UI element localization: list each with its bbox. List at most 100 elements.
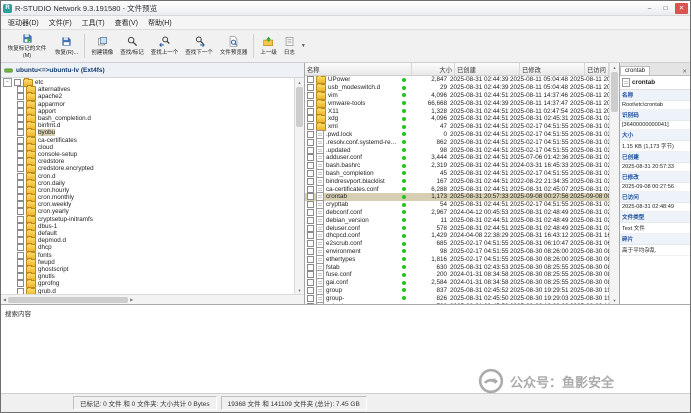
checkbox[interactable] [17, 280, 24, 288]
recover-marked-button[interactable]: 恢复标记的文件(M) [3, 31, 51, 61]
partition-path-bar[interactable]: ubuntu<=>ubuntu-lv (Ext4fs) [1, 63, 304, 78]
checkbox[interactable] [17, 115, 24, 123]
checkbox[interactable] [17, 215, 24, 223]
checkbox[interactable] [17, 150, 24, 158]
checkbox[interactable] [17, 201, 24, 209]
menu-tools[interactable]: 工具(T) [77, 17, 110, 29]
checkbox[interactable] [17, 251, 24, 259]
menu-help[interactable]: 帮助(H) [143, 17, 177, 29]
checkbox[interactable] [17, 143, 24, 151]
tree-item-cron-monthly[interactable]: cron.monthly [3, 193, 294, 203]
recover-button[interactable]: 恢复(R)... [52, 31, 81, 61]
checkbox[interactable] [17, 107, 24, 115]
scrollbar-thumb[interactable] [611, 72, 618, 112]
tree-item-binfmt-d[interactable]: binfmt.d [3, 121, 294, 131]
tree-horizontal-scrollbar[interactable]: ◀ ▶ [1, 294, 304, 304]
checkbox[interactable] [17, 230, 24, 238]
scroll-up-icon[interactable]: ▲ [298, 78, 302, 86]
tree-item-dbus-1[interactable]: dbus-1 [3, 221, 294, 231]
column-header-accessed[interactable]: 已访问 [585, 63, 609, 75]
column-header-created[interactable]: 已创建 [455, 63, 520, 75]
scroll-right-icon[interactable]: ▶ [130, 297, 133, 302]
tree-collapse-icon[interactable]: − [3, 78, 12, 88]
tree-item-cron-daily[interactable]: cron.daily [3, 178, 294, 188]
checkbox[interactable] [17, 194, 24, 202]
tree-item-gprofng[interactable]: gprofng [3, 279, 294, 289]
menu-file[interactable]: 文件(F) [44, 17, 77, 29]
column-header-size[interactable]: 大小 [412, 63, 455, 75]
tree-item-fonts[interactable]: fonts [3, 250, 294, 260]
tree-item-depmod-d[interactable]: depmod.d [3, 236, 294, 246]
menu-drive[interactable]: 驱动器(D) [3, 17, 44, 29]
tree-item-credstore[interactable]: credstore [3, 157, 294, 167]
tree-item-fwupd[interactable]: fwupd [3, 257, 294, 267]
checkbox[interactable] [17, 273, 24, 281]
checkbox[interactable] [17, 222, 24, 230]
tree-vertical-scrollbar[interactable]: ▲ ▼ [294, 78, 304, 294]
scroll-down-icon[interactable]: ▼ [298, 286, 302, 294]
tree-item-console-setup[interactable]: console-setup [3, 149, 294, 159]
maximize-button[interactable]: □ [659, 3, 672, 14]
tree-item-alternatives[interactable]: alternatives [3, 85, 294, 95]
find-next-button[interactable]: 查找下一个 [182, 31, 216, 61]
checkbox[interactable] [17, 265, 24, 273]
tree-item-ghostscript[interactable]: ghostscript [3, 264, 294, 274]
tree-item-apport[interactable]: apport [3, 106, 294, 116]
checkbox[interactable] [17, 129, 24, 137]
column-header-name[interactable]: 名称 [305, 63, 412, 75]
checkbox[interactable] [17, 136, 24, 144]
tree-item-default[interactable]: default [3, 229, 294, 239]
checkbox[interactable] [14, 79, 21, 87]
tree-item-byobu[interactable]: byobu [3, 128, 294, 138]
scroll-down-icon[interactable]: ▼ [613, 296, 617, 304]
checkbox[interactable] [17, 93, 24, 101]
scroll-left-icon[interactable]: ◀ [3, 297, 6, 302]
file-viewer-button[interactable]: 文件预览器 [217, 31, 251, 61]
app-icon: R [3, 3, 12, 13]
tree-item-cron-yearly[interactable]: cron.yearly [3, 207, 294, 217]
create-image-button[interactable]: 创建镜像 [88, 31, 116, 61]
checkbox[interactable] [17, 179, 24, 187]
checkbox[interactable] [17, 244, 24, 252]
scrollbar-thumb[interactable] [296, 87, 303, 127]
tree-item-cryptsetup-initramfs[interactable]: cryptsetup-initramfs [3, 214, 294, 224]
menu-view[interactable]: 查看(V) [110, 17, 143, 29]
tree-item-cron-d[interactable]: cron.d [3, 171, 294, 181]
title-bar[interactable]: R R-STUDIO Network 9.3.191580 - 文件预览 – □… [1, 1, 690, 16]
tree-root-etc[interactable]: − etc [3, 78, 294, 88]
tree-item-apparmor[interactable]: apparmor [3, 99, 294, 109]
tree-item-bash-completion-d[interactable]: bash_completion.d [3, 114, 294, 124]
checkbox[interactable] [17, 258, 24, 266]
find-previous-button[interactable]: 查找上一个 [148, 31, 182, 61]
checkbox[interactable] [17, 165, 24, 173]
file-list-vertical-scrollbar[interactable]: ▲ ▼ [609, 63, 619, 304]
checkbox[interactable] [17, 186, 24, 194]
column-header-modified[interactable]: 已修改 [520, 63, 585, 75]
checkbox[interactable] [17, 208, 24, 216]
scrollbar-thumb[interactable] [8, 296, 129, 303]
checkbox[interactable] [17, 158, 24, 166]
up-level-button[interactable]: 上一级 [257, 31, 280, 61]
tab-crontab[interactable]: crontab [620, 66, 651, 75]
log-content-area[interactable] [1, 321, 690, 393]
minimize-button[interactable]: – [643, 3, 656, 14]
toolbar-overflow-chevron-down-icon[interactable]: ▼ [299, 43, 308, 49]
tree-item-gnutls[interactable]: gnutls [3, 272, 294, 282]
close-button[interactable]: ✕ [675, 2, 688, 14]
tree-item-cron-weekly[interactable]: cron.weekly [3, 200, 294, 210]
checkbox[interactable] [17, 237, 24, 245]
checkbox[interactable] [17, 172, 24, 180]
scroll-up-icon[interactable]: ▲ [613, 63, 617, 71]
checkbox[interactable] [17, 100, 24, 108]
find-mark-button[interactable]: 查找/标记 [117, 31, 147, 61]
tree-item-credstore-encrypted[interactable]: credstore.encrypted [3, 164, 294, 174]
tree-item-cron-hourly[interactable]: cron.hourly [3, 185, 294, 195]
tree-item-dhcp[interactable]: dhcp [3, 243, 294, 253]
checkbox[interactable] [17, 86, 24, 94]
tree-item-apache2[interactable]: apache2 [3, 92, 294, 102]
log-button[interactable]: 日志 [281, 31, 298, 61]
tree-item-cloud[interactable]: cloud [3, 142, 294, 152]
panel-close-icon[interactable]: ✕ [679, 69, 690, 75]
tree-item-ca-certificates[interactable]: ca-certificates [3, 135, 294, 145]
checkbox[interactable] [17, 122, 24, 130]
